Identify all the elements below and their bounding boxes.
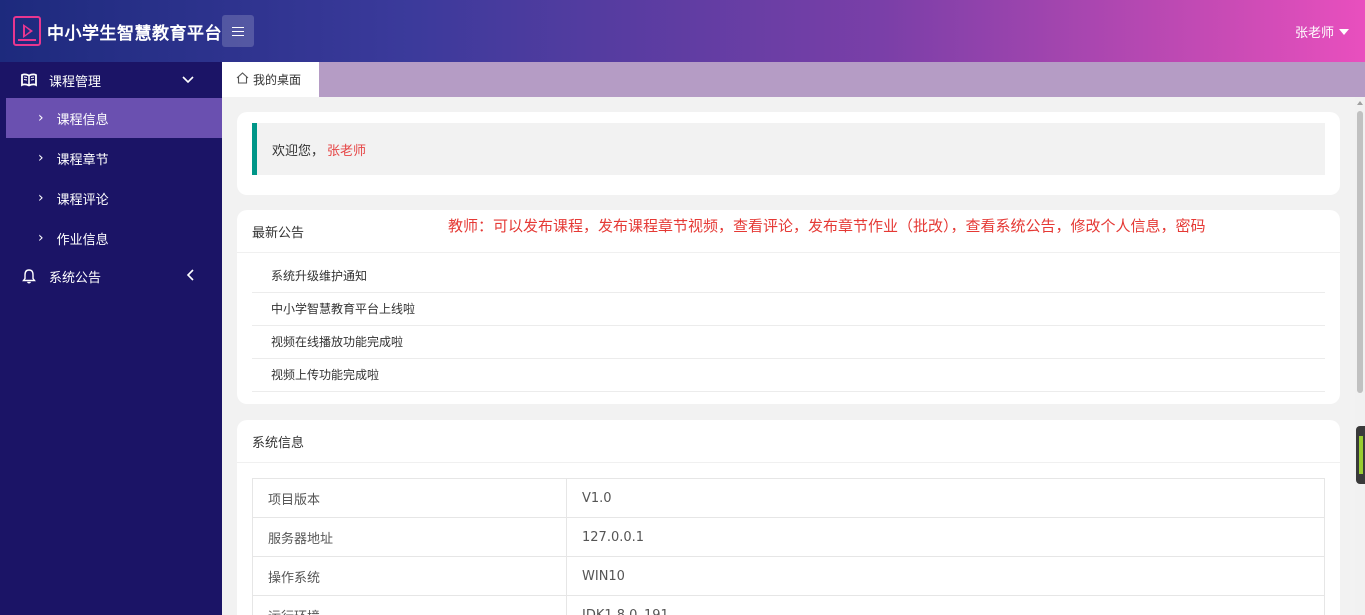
table-cell-key: 服务器地址	[252, 517, 567, 557]
list-item[interactable]: 中小学智慧教育平台上线啦	[252, 293, 1325, 326]
table-cell-value: JDK1.8.0_191	[566, 595, 1325, 615]
sidebar-item-label: 课程信息	[56, 112, 109, 128]
chevron-down-icon	[182, 73, 194, 88]
sidebar-item-homework-info[interactable]: › 作业信息	[0, 218, 222, 258]
sidebar-group-label: 系统公告	[49, 270, 102, 286]
system-info-card: 系统信息 项目版本 V1.0 服务器地址 127.0.0.1 操作系统 WIN1…	[237, 420, 1340, 615]
sidebar-item-course-comments[interactable]: › 课程评论	[0, 178, 222, 218]
table-cell-value: V1.0	[566, 478, 1325, 518]
list-item[interactable]: 视频在线播放功能完成啦	[252, 326, 1325, 359]
tab-bar: 我的桌面	[222, 62, 1365, 97]
table-row: 操作系统 WIN10	[252, 556, 1325, 596]
scroll-up-icon[interactable]	[1357, 101, 1363, 105]
main-content: 欢迎您， 张老师 最新公告 教师：可以发布课程，发布课程章节视频，查看评论，发布…	[222, 97, 1355, 615]
notice-card: 最新公告 教师：可以发布课程，发布课程章节视频，查看评论，发布章节作业（批改），…	[237, 210, 1340, 404]
table-row: 项目版本 V1.0	[252, 478, 1325, 518]
list-item[interactable]: 系统升级维护通知	[252, 260, 1325, 293]
chevron-right-icon: ›	[38, 230, 44, 246]
list-item[interactable]: 视频上传功能完成啦	[252, 359, 1325, 392]
welcome-card: 欢迎您， 张老师	[237, 112, 1340, 195]
welcome-user-name: 张老师	[327, 143, 367, 159]
notice-list: 系统升级维护通知 中小学智慧教育平台上线啦 视频在线播放功能完成啦 视频上传功能…	[237, 253, 1340, 392]
chevron-right-icon: ›	[38, 150, 44, 166]
book-icon	[20, 71, 38, 89]
tab-my-desktop[interactable]: 我的桌面	[222, 62, 319, 97]
user-menu[interactable]: 张老师	[1295, 22, 1349, 41]
video-logo-icon	[13, 16, 41, 46]
sidebar-item-label: 作业信息	[56, 232, 109, 248]
table-cell-key: 运行环境	[252, 595, 567, 615]
top-header: 中小学生智慧教育平台 张老师	[0, 0, 1365, 62]
sidebar-item-label: 课程评论	[56, 192, 109, 208]
sidebar: 课程管理 › 课程信息 › 课程章节 › 课程评论 › 作业信息 系统公告	[0, 62, 222, 615]
scroll-thumb[interactable]	[1357, 111, 1363, 393]
caret-down-icon	[1339, 28, 1349, 35]
tab-label: 我的桌面	[253, 73, 302, 87]
system-info-header: 系统信息	[237, 420, 1340, 463]
table-cell-value: WIN10	[566, 556, 1325, 596]
table-row: 运行环境 JDK1.8.0_191	[252, 595, 1325, 615]
sidebar-item-label: 课程章节	[56, 152, 109, 168]
sidebar-group-system-notice[interactable]: 系统公告	[0, 258, 222, 294]
home-icon	[236, 72, 249, 87]
sidebar-item-course-info[interactable]: › 课程信息	[6, 98, 222, 138]
sidebar-group-course-management[interactable]: 课程管理	[0, 62, 222, 98]
table-cell-value: 127.0.0.1	[566, 517, 1325, 557]
logo[interactable]: 中小学生智慧教育平台	[0, 0, 222, 62]
table-row: 服务器地址 127.0.0.1	[252, 517, 1325, 557]
welcome-message: 欢迎您， 张老师	[252, 123, 1325, 175]
menu-toggle-button[interactable]	[222, 15, 254, 47]
table-cell-key: 项目版本	[252, 478, 567, 518]
user-name: 张老师	[1294, 26, 1334, 41]
chevron-right-icon: ›	[38, 110, 44, 126]
app-title: 中小学生智慧教育平台	[47, 23, 222, 44]
system-info-table: 项目版本 V1.0 服务器地址 127.0.0.1 操作系统 WIN10 运行环…	[252, 478, 1325, 615]
table-cell-key: 操作系统	[252, 556, 567, 596]
chevron-right-icon: ›	[38, 190, 44, 206]
bell-icon	[20, 267, 38, 285]
system-info-title: 系统信息	[252, 435, 305, 451]
notice-card-title: 最新公告	[252, 225, 305, 241]
chevron-left-icon	[186, 269, 194, 285]
side-widget[interactable]	[1356, 426, 1365, 484]
hamburger-icon	[232, 26, 244, 36]
welcome-greeting: 欢迎您，	[272, 143, 325, 159]
vertical-scrollbar[interactable]	[1355, 97, 1365, 615]
role-permissions-note: 教师：可以发布课程，发布课程章节视频，查看评论，发布章节作业（批改），查看系统公…	[448, 217, 1206, 235]
sidebar-item-course-chapters[interactable]: › 课程章节	[0, 138, 222, 178]
notice-card-header: 最新公告 教师：可以发布课程，发布课程章节视频，查看评论，发布章节作业（批改），…	[237, 210, 1340, 253]
sidebar-group-label: 课程管理	[49, 74, 102, 90]
